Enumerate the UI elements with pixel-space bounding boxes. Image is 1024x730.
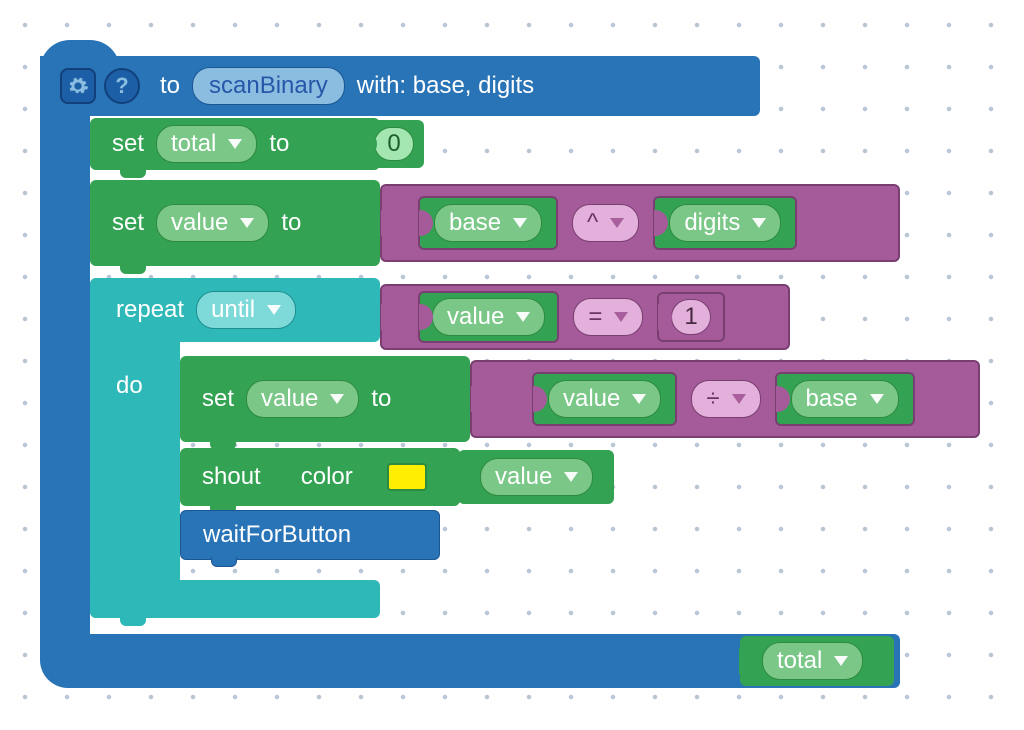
operand-a[interactable]: value <box>418 291 559 343</box>
shout-keyword: shout <box>202 463 261 491</box>
chevron-down-icon <box>330 394 344 404</box>
chevron-down-icon <box>516 312 530 322</box>
repeat-keyword: repeat <box>116 296 184 324</box>
var-name: digits <box>684 209 740 237</box>
blockly-workspace[interactable]: ? to scanBinary with: base, digits set t… <box>0 0 1024 730</box>
function-header-block[interactable]: ? to scanBinary with: base, digits <box>40 56 760 116</box>
var-name: base <box>806 385 858 413</box>
var-name: value <box>563 385 620 413</box>
operator-dropdown[interactable]: ^ <box>572 204 639 242</box>
var-total-dropdown[interactable]: total <box>156 125 257 163</box>
set-value-div-block[interactable]: set value to <box>180 356 470 442</box>
operand-b[interactable]: digits <box>653 196 797 250</box>
operator-label: ^ <box>587 209 598 237</box>
chevron-down-icon <box>870 394 884 404</box>
var-value-dropdown[interactable]: value <box>548 380 661 418</box>
wait-keyword: waitForButton <box>203 521 351 549</box>
var-value-dropdown[interactable]: value <box>480 458 593 496</box>
var-name: base <box>449 209 501 237</box>
chevron-down-icon <box>513 218 527 228</box>
chevron-down-icon <box>834 656 848 666</box>
var-name: total <box>171 130 216 158</box>
do-label: do <box>90 360 180 412</box>
loop-mode-dropdown[interactable]: until <box>196 291 296 329</box>
shout-arg[interactable]: value <box>458 450 614 504</box>
operand-b[interactable]: 1 <box>657 292 724 342</box>
operand-a[interactable]: value <box>532 372 677 426</box>
operand-b[interactable]: base <box>775 372 915 426</box>
to-keyword: to <box>281 209 301 237</box>
math-pow-block[interactable]: base ^ digits <box>380 184 900 262</box>
var-name: value <box>261 385 318 413</box>
var-base-dropdown[interactable]: base <box>791 380 899 418</box>
var-value-dropdown[interactable]: value <box>156 204 269 242</box>
block-notch <box>120 264 146 274</box>
help-icon[interactable]: ? <box>104 68 140 104</box>
operand-a[interactable]: base <box>418 196 558 250</box>
chevron-down-icon <box>240 218 254 228</box>
var-name: value <box>495 463 552 491</box>
set-keyword: set <box>112 209 144 237</box>
compare-block[interactable]: value = 1 <box>380 284 790 350</box>
var-name: total <box>777 647 822 675</box>
shout-block[interactable]: shout color <box>180 448 460 506</box>
math-div-block[interactable]: value ÷ base <box>470 360 980 438</box>
return-value[interactable]: total <box>740 636 894 686</box>
to-keyword: to <box>160 72 180 100</box>
var-total-dropdown[interactable]: total <box>762 642 863 680</box>
function-name-input[interactable]: scanBinary <box>192 67 345 105</box>
chevron-down-icon <box>267 305 281 315</box>
with-params-label: with: base, digits <box>357 72 534 100</box>
var-digits-dropdown[interactable]: digits <box>669 204 781 242</box>
number-input-0[interactable]: 0 <box>364 120 424 168</box>
operator-label: ÷ <box>706 385 719 413</box>
wait-for-button-block[interactable]: waitForButton <box>180 510 440 560</box>
block-notch <box>120 616 146 626</box>
set-keyword: set <box>112 130 144 158</box>
chevron-down-icon <box>564 472 578 482</box>
gear-icon[interactable] <box>60 68 96 104</box>
chevron-down-icon <box>228 139 242 149</box>
to-keyword: to <box>371 385 391 413</box>
operator-dropdown[interactable]: ÷ <box>691 380 760 418</box>
operator-dropdown[interactable]: = <box>573 298 643 336</box>
var-value-dropdown[interactable]: value <box>432 298 545 336</box>
chevron-down-icon <box>610 218 624 228</box>
loop-frame-bottom <box>90 580 380 618</box>
repeat-until-block[interactable]: repeat until <box>90 278 380 342</box>
var-name: value <box>447 303 504 331</box>
color-keyword: color <box>301 463 353 491</box>
set-total-block[interactable]: set total to <box>90 118 380 170</box>
number-value[interactable]: 1 <box>671 299 710 335</box>
chevron-down-icon <box>614 312 628 322</box>
set-value-block[interactable]: set value to <box>90 180 380 266</box>
var-base-dropdown[interactable]: base <box>434 204 542 242</box>
block-notch <box>120 168 146 178</box>
chevron-down-icon <box>732 394 746 404</box>
set-keyword: set <box>202 385 234 413</box>
chevron-down-icon <box>752 218 766 228</box>
operator-label: = <box>588 303 602 331</box>
chevron-down-icon <box>632 394 646 404</box>
to-keyword: to <box>269 130 289 158</box>
block-notch <box>211 557 237 567</box>
number-value[interactable]: 0 <box>374 127 413 161</box>
function-frame-left <box>40 56 90 676</box>
color-swatch[interactable] <box>387 463 427 491</box>
var-value-dropdown[interactable]: value <box>246 380 359 418</box>
var-name: value <box>171 209 228 237</box>
mode-label: until <box>211 296 255 324</box>
